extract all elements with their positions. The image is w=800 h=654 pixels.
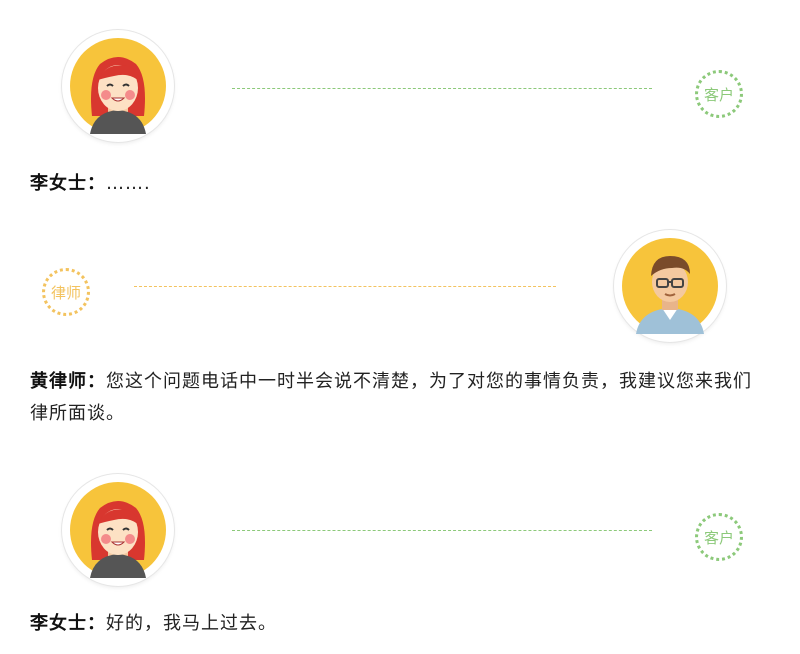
dialogue-text: 好的，我马上过去。 — [106, 613, 277, 634]
dialogue-text: ……. — [106, 173, 151, 194]
role-tag-lawyer: 律师 — [42, 268, 90, 316]
divider-line — [232, 88, 652, 89]
lawyer-avatar — [614, 230, 726, 342]
speaker-name: 黄律师： — [30, 371, 106, 392]
client-avatar — [62, 30, 174, 142]
dialogue-line: 李女士：……. — [30, 168, 770, 200]
role-tag-client: 客户 — [695, 513, 743, 561]
speaker-name: 李女士： — [30, 173, 106, 194]
dialogue-line: 李女士：好的，我马上过去。 — [30, 608, 770, 640]
divider-line — [232, 530, 652, 531]
divider-line — [134, 286, 556, 287]
speaker-name: 李女士： — [30, 613, 106, 634]
woman-avatar-icon — [70, 482, 166, 578]
role-tag-client: 客户 — [695, 70, 743, 118]
dialogue-text: 您这个问题电话中一时半会说不清楚，为了对您的事情负责，我建议您来我们律所面谈。 — [30, 371, 752, 424]
dialogue-line: 黄律师：您这个问题电话中一时半会说不清楚，为了对您的事情负责，我建议您来我们律所… — [30, 366, 770, 430]
client-avatar — [62, 474, 174, 586]
woman-avatar-icon — [70, 38, 166, 134]
man-avatar-icon — [622, 238, 718, 334]
